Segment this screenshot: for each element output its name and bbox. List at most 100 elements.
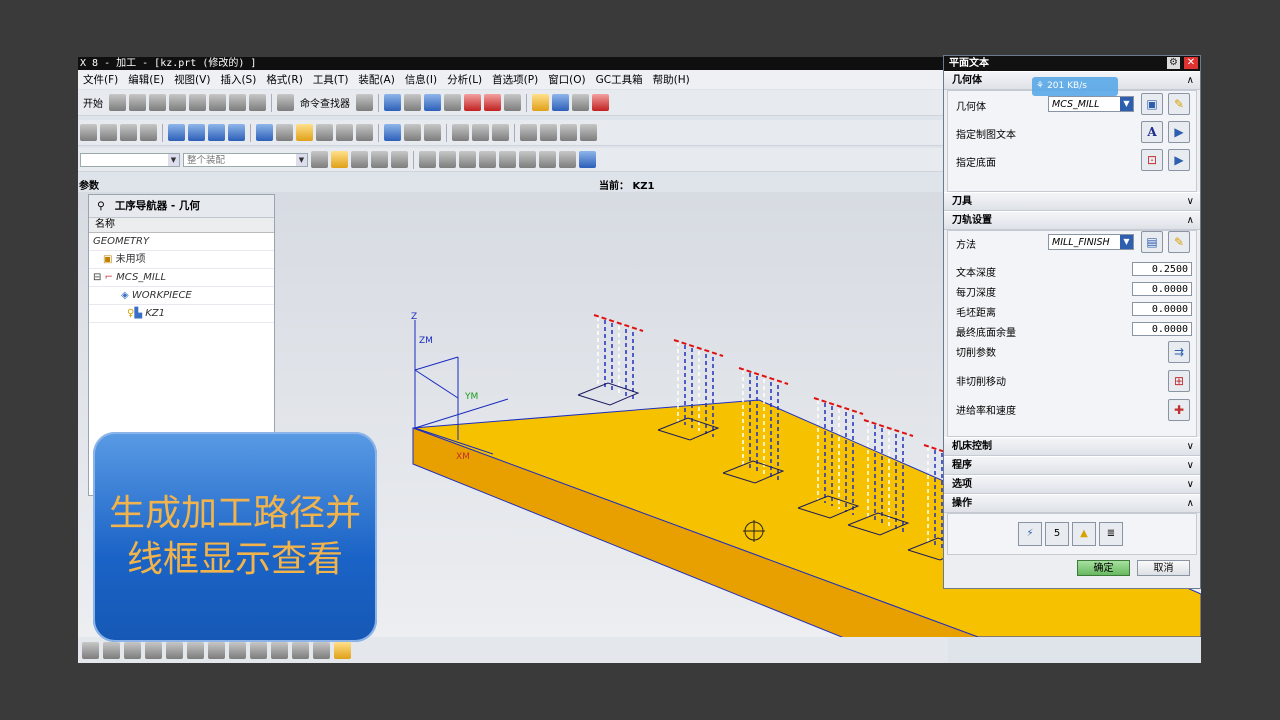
floor-stock-input[interactable]: 0.0000: [1132, 322, 1192, 336]
floor-select-icon[interactable]: ⊡: [1141, 149, 1163, 171]
delete-op-icon[interactable]: [580, 124, 597, 141]
replay-toolpath-icon[interactable]: [276, 124, 293, 141]
geometry-select[interactable]: MCS_MILL ▼: [1048, 96, 1134, 112]
close-icon[interactable]: ✕: [1184, 57, 1198, 69]
section-program-header[interactable]: 程序 ∨: [944, 456, 1200, 475]
shop-doc-icon[interactable]: [336, 124, 353, 141]
assembly-scope-select[interactable]: 整个装配 ▼: [183, 152, 308, 167]
edit-icon[interactable]: [520, 124, 537, 141]
cut-params-icon[interactable]: ⇉: [1168, 341, 1190, 363]
nav-row-workpiece[interactable]: ◈ WORKPIECE: [89, 287, 274, 305]
edit-wrench-icon[interactable]: ✎: [1168, 231, 1190, 253]
wcs-icon[interactable]: [552, 94, 569, 111]
move-icon[interactable]: [103, 641, 120, 659]
gear-icon[interactable]: ⚙: [1167, 57, 1180, 69]
undo-icon[interactable]: [277, 94, 294, 111]
menu-insert[interactable]: 插入(S): [215, 72, 261, 87]
collapse-icon[interactable]: ⊟: [93, 272, 101, 283]
rotate-icon[interactable]: [124, 641, 141, 659]
verify-icon[interactable]: ▲: [1072, 522, 1096, 546]
transform-icon[interactable]: [452, 124, 469, 141]
point-icon[interactable]: [539, 151, 556, 168]
start-button[interactable]: 开始: [83, 95, 103, 110]
new-method-icon[interactable]: ▤: [1141, 231, 1163, 253]
blank-distance-input[interactable]: 0.0000: [1132, 302, 1192, 316]
new-geometry-icon[interactable]: ▣: [1141, 93, 1163, 115]
menu-edit[interactable]: 编辑(E): [123, 72, 169, 87]
method-select[interactable]: MILL_FINISH ▼: [1048, 234, 1134, 250]
menu-file[interactable]: 文件(F): [78, 72, 123, 87]
cutter-icon[interactable]: [356, 124, 373, 141]
menu-format[interactable]: 格式(R): [261, 72, 308, 87]
hide-icon[interactable]: [271, 641, 288, 659]
section-tool-header[interactable]: 刀具 ∨: [944, 192, 1200, 211]
render-style-icon[interactable]: [444, 94, 461, 111]
menu-view[interactable]: 视图(V): [169, 72, 215, 87]
delete-icon[interactable]: [249, 94, 266, 111]
method-view-icon[interactable]: [228, 124, 245, 141]
select-icon[interactable]: [351, 151, 368, 168]
cut-icon[interactable]: [189, 94, 206, 111]
step-depth-input[interactable]: 0.0000: [1132, 282, 1192, 296]
menu-preferences[interactable]: 首选项(P): [487, 72, 543, 87]
nav-row-geometry[interactable]: GEOMETRY: [89, 233, 274, 251]
section-options-header[interactable]: 选项 ∨: [944, 475, 1200, 494]
show-icon[interactable]: [292, 641, 309, 659]
paste-icon[interactable]: [229, 94, 246, 111]
pin-icon[interactable]: ⚲: [97, 195, 105, 217]
line-icon[interactable]: [479, 151, 496, 168]
circle-icon[interactable]: [519, 151, 536, 168]
view-icon[interactable]: [82, 641, 99, 659]
menu-assembly[interactable]: 装配(A): [353, 72, 399, 87]
nav-row-mcs-mill[interactable]: ⊟ ⌐ MCS_MILL: [89, 269, 274, 287]
list-icon[interactable]: ≣: [1099, 522, 1123, 546]
section-machine-header[interactable]: 机床控制 ∨: [944, 437, 1200, 456]
create-geometry-icon[interactable]: [120, 124, 137, 141]
mirror-icon[interactable]: [313, 641, 330, 659]
replay-icon[interactable]: 5: [1045, 522, 1069, 546]
flashlight-icon[interactable]: ▶: [1168, 149, 1190, 171]
generate-toolpath-icon[interactable]: [256, 124, 273, 141]
ok-button[interactable]: 确定: [1077, 560, 1130, 576]
sketch-icon[interactable]: [187, 641, 204, 659]
new-file-icon[interactable]: [109, 94, 126, 111]
rectangle-select-icon[interactable]: [419, 151, 436, 168]
command-finder-button[interactable]: 命令查找器: [300, 95, 350, 110]
feeds-speeds-icon[interactable]: ✚: [1168, 399, 1190, 421]
menu-help[interactable]: 帮助(H): [648, 72, 695, 87]
face-select-icon[interactable]: [371, 151, 388, 168]
postprocess-icon[interactable]: [316, 124, 333, 141]
verify-toolpath-icon[interactable]: [296, 124, 313, 141]
section-path-header[interactable]: 刀轨设置 ∧: [944, 211, 1200, 230]
create-tool-icon[interactable]: [100, 124, 117, 141]
cancel-button[interactable]: 取消: [1137, 560, 1190, 576]
chart-icon[interactable]: [404, 124, 421, 141]
menu-gc-toolkit[interactable]: GC工具箱: [591, 72, 648, 87]
create-method-icon[interactable]: [140, 124, 157, 141]
menu-window[interactable]: 窗口(O): [543, 72, 590, 87]
menu-tools[interactable]: 工具(T): [308, 72, 354, 87]
arc-center-icon[interactable]: [499, 151, 516, 168]
fit-view-icon[interactable]: [384, 94, 401, 111]
text-a-icon[interactable]: A: [1141, 121, 1163, 143]
layer-settings-icon[interactable]: [250, 641, 267, 659]
paste-op-icon[interactable]: [560, 124, 577, 141]
create-program-icon[interactable]: [80, 124, 97, 141]
measure-icon[interactable]: [572, 94, 589, 111]
program-order-view-icon[interactable]: [168, 124, 185, 141]
cube-icon[interactable]: [579, 151, 596, 168]
menu-analysis[interactable]: 分析(L): [442, 72, 487, 87]
feeds-icon[interactable]: [424, 124, 441, 141]
text-depth-input[interactable]: 0.2500: [1132, 262, 1192, 276]
wizard-icon[interactable]: [334, 641, 351, 659]
background-icon[interactable]: [504, 94, 521, 111]
snap-icon[interactable]: [532, 94, 549, 111]
copy-icon[interactable]: [209, 94, 226, 111]
nav-row-kz1[interactable]: ♀▙ KZ1: [89, 305, 274, 323]
endpoint-icon[interactable]: [439, 151, 456, 168]
menu-info[interactable]: 信息(I): [400, 72, 442, 87]
geometry-view-icon[interactable]: [208, 124, 225, 141]
section-view-icon[interactable]: [464, 94, 481, 111]
selection-icon[interactable]: [356, 94, 373, 111]
shaded-view-icon[interactable]: [424, 94, 441, 111]
